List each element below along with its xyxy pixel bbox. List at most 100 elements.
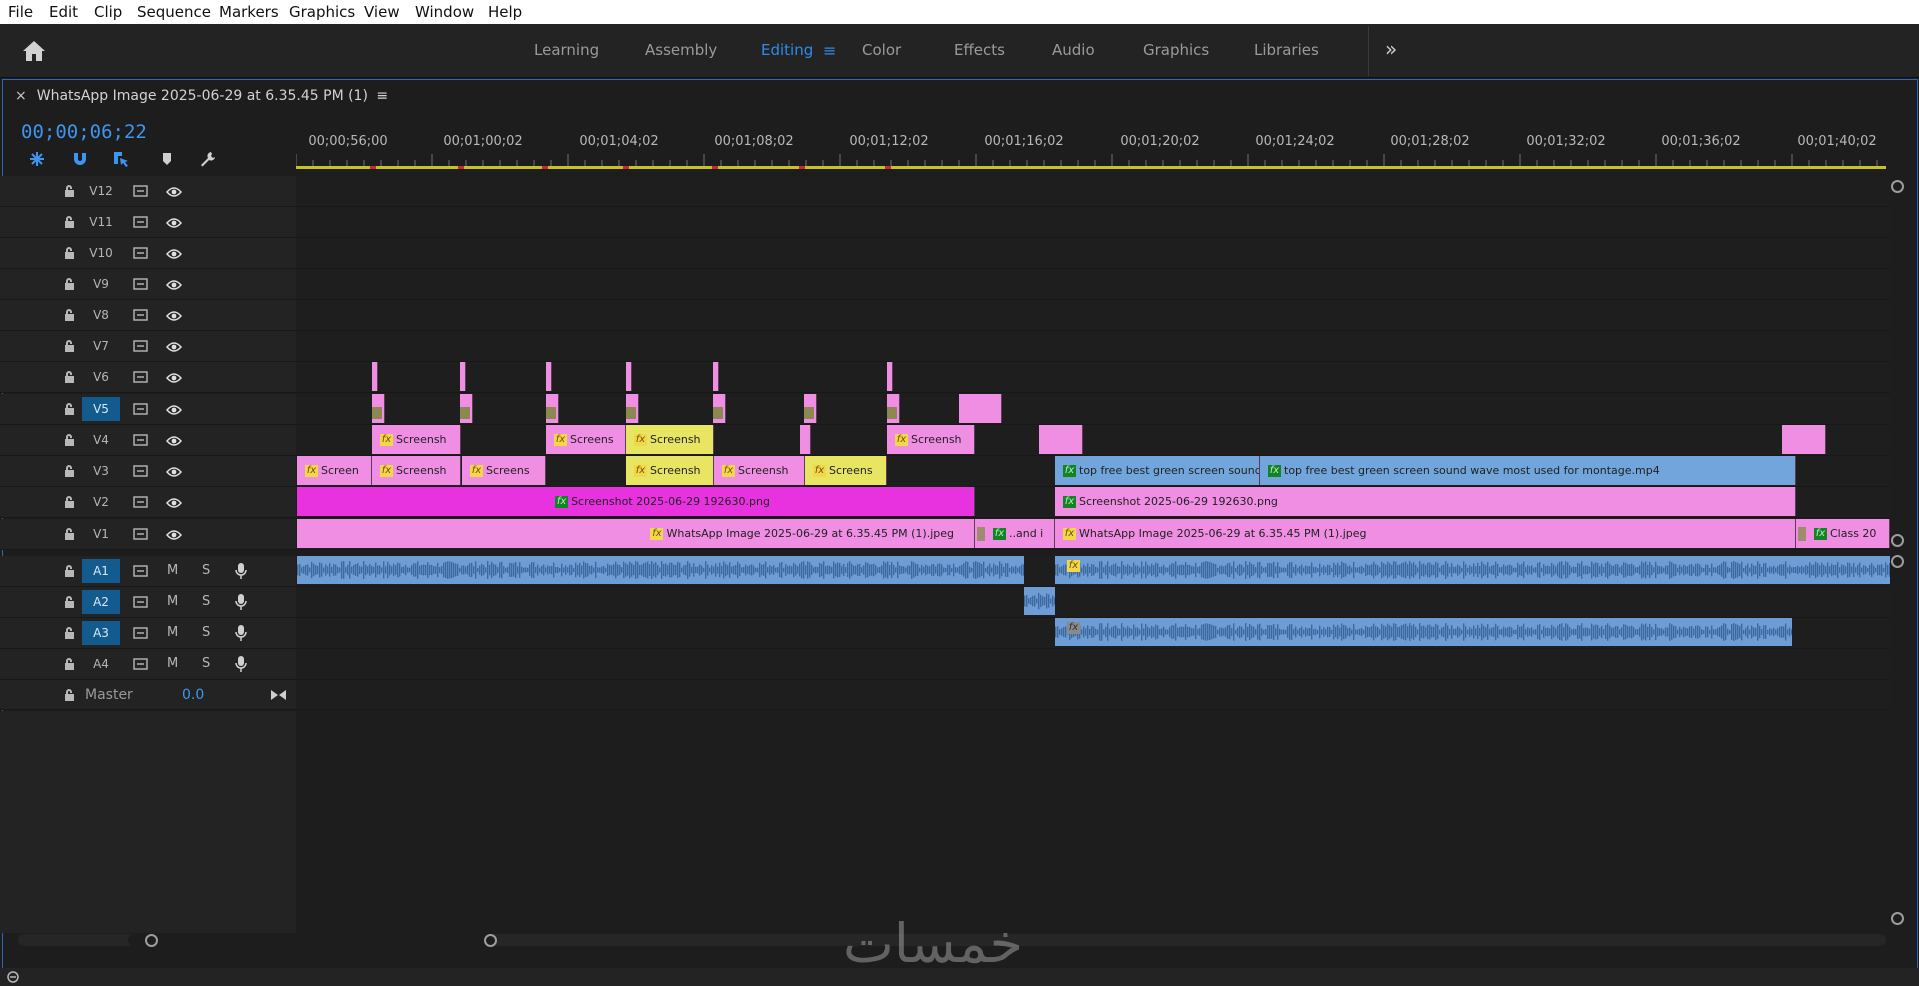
lock-icon[interactable]	[63, 528, 76, 540]
lock-icon[interactable]	[63, 340, 76, 352]
snap-icon[interactable]	[71, 150, 89, 168]
video-clip[interactable]	[460, 394, 473, 423]
video-clip[interactable]	[1782, 425, 1826, 454]
video-clip[interactable]: fx WhatsApp Image 2025-06-29 at 6.35.45 P…	[297, 519, 975, 548]
solo-button[interactable]: S	[202, 656, 210, 671]
video-clip[interactable]: fx ..and i	[975, 519, 1055, 548]
tab-effects[interactable]: Effects	[954, 41, 1005, 59]
video-clip[interactable]: fx Screenshot 2025-06-29 192630.png	[297, 487, 975, 516]
tab-audio[interactable]: Audio	[1052, 41, 1095, 59]
sync-lock-icon[interactable]	[133, 596, 148, 608]
close-icon[interactable]: ×	[15, 88, 27, 104]
video-clip[interactable]: fx Screensh	[372, 456, 461, 485]
video-clip[interactable]	[887, 394, 900, 423]
video-clip[interactable]	[800, 425, 811, 454]
timeline-settings-icon[interactable]	[199, 150, 217, 168]
mute-button[interactable]: M	[167, 594, 178, 609]
vertical-scroll-handle[interactable]	[1891, 555, 1904, 568]
lock-icon[interactable]	[63, 596, 76, 608]
video-clip[interactable]: fx Screens	[805, 456, 887, 485]
sync-lock-icon[interactable]	[133, 434, 148, 446]
more-workspaces-icon[interactable]: »	[1385, 37, 1397, 61]
video-track-lane[interactable]	[296, 238, 1890, 269]
add-marker-icon[interactable]	[158, 150, 176, 168]
video-clip[interactable]: fx Screenshot 2025-06-29 192630.png	[1055, 487, 1796, 516]
solo-button[interactable]: S	[202, 625, 210, 640]
sync-lock-icon[interactable]	[133, 565, 148, 577]
eye-icon[interactable]	[166, 310, 182, 322]
mute-button[interactable]: M	[167, 563, 178, 578]
video-clip[interactable]: fx top free best green screen sound wave …	[1260, 456, 1796, 485]
video-clip[interactable]	[372, 362, 378, 391]
lock-icon[interactable]	[63, 216, 76, 228]
sequence-tab[interactable]: × WhatsApp Image 2025-06-29 at 6.35.45 PM…	[15, 88, 388, 104]
lock-icon[interactable]	[63, 689, 76, 701]
video-clip[interactable]: fx Screensh	[372, 425, 461, 454]
sync-status-icon[interactable]	[6, 970, 20, 984]
track-name[interactable]: A1	[82, 559, 120, 583]
lock-icon[interactable]	[63, 185, 76, 197]
zoom-handle-left[interactable]	[145, 934, 158, 947]
time-ruler[interactable]: 00;00;56;00 00;01;00;02 00;01;04;02 00;0…	[296, 130, 1892, 170]
video-clip[interactable]: fx Screens	[546, 425, 626, 454]
sync-lock-icon[interactable]	[133, 340, 148, 352]
zoom-handle-right[interactable]	[484, 934, 497, 947]
video-track-lane[interactable]	[296, 300, 1890, 331]
audio-track-lane[interactable]	[296, 649, 1890, 680]
menu-clip[interactable]: Clip	[94, 3, 122, 21]
track-name[interactable]: A3	[82, 621, 120, 645]
menu-sequence[interactable]: Sequence	[137, 3, 211, 21]
solo-button[interactable]: S	[202, 563, 210, 578]
solo-button[interactable]: S	[202, 594, 210, 609]
vertical-scroll-handle[interactable]	[1891, 534, 1904, 547]
video-track-lane[interactable]	[296, 176, 1890, 207]
track-name[interactable]: V2	[82, 490, 120, 514]
sync-lock-icon[interactable]	[133, 627, 148, 639]
audio-clip[interactable]: fx	[1055, 618, 1792, 646]
sync-lock-icon[interactable]	[133, 528, 148, 540]
audio-track-lane[interactable]	[296, 587, 1890, 618]
video-clip[interactable]	[713, 394, 726, 423]
microphone-icon[interactable]	[235, 624, 247, 642]
video-clip[interactable]	[546, 362, 552, 391]
video-clip[interactable]	[372, 394, 385, 423]
vertical-scroll-handle[interactable]	[1891, 912, 1904, 925]
video-clip[interactable]: fx Screensh	[626, 456, 714, 485]
audio-clip[interactable]	[297, 556, 1024, 584]
lock-icon[interactable]	[63, 465, 76, 477]
track-name[interactable]: V4	[82, 428, 120, 452]
track-name[interactable]: V8	[82, 303, 120, 327]
video-clip[interactable]: fx Screen	[297, 456, 372, 485]
track-name[interactable]: V5	[82, 397, 120, 421]
menu-help[interactable]: Help	[488, 3, 522, 21]
horizontal-scrollbar-thumb[interactable]	[128, 934, 492, 946]
video-clip[interactable]	[460, 362, 466, 391]
panel-menu-icon[interactable]: ≡	[376, 88, 388, 104]
lock-icon[interactable]	[63, 403, 76, 415]
lock-icon[interactable]	[63, 247, 76, 259]
tab-graphics[interactable]: Graphics	[1143, 41, 1209, 59]
lock-icon[interactable]	[63, 658, 76, 670]
video-clip[interactable]	[546, 394, 559, 423]
menu-window[interactable]: Window	[415, 3, 474, 21]
microphone-icon[interactable]	[235, 655, 247, 673]
eye-icon[interactable]	[166, 217, 182, 229]
lock-icon[interactable]	[63, 371, 76, 383]
video-track-lane[interactable]	[296, 207, 1890, 238]
track-name[interactable]: V10	[82, 241, 120, 265]
sync-lock-icon[interactable]	[133, 309, 148, 321]
tab-libraries[interactable]: Libraries	[1254, 41, 1319, 59]
lock-icon[interactable]	[63, 278, 76, 290]
video-clip[interactable]: fx Screensh	[714, 456, 805, 485]
linked-selection-icon[interactable]	[112, 150, 130, 168]
eye-icon[interactable]	[166, 529, 182, 541]
work-area-bar[interactable]	[296, 166, 1886, 169]
video-clip[interactable]	[713, 362, 719, 391]
video-clip[interactable]	[887, 362, 893, 391]
sync-lock-icon[interactable]	[133, 185, 148, 197]
eye-icon[interactable]	[166, 341, 182, 353]
eye-icon[interactable]	[166, 372, 182, 384]
tab-editing[interactable]: Editing	[761, 41, 813, 59]
track-name[interactable]: V1	[82, 522, 120, 546]
lock-icon[interactable]	[63, 627, 76, 639]
